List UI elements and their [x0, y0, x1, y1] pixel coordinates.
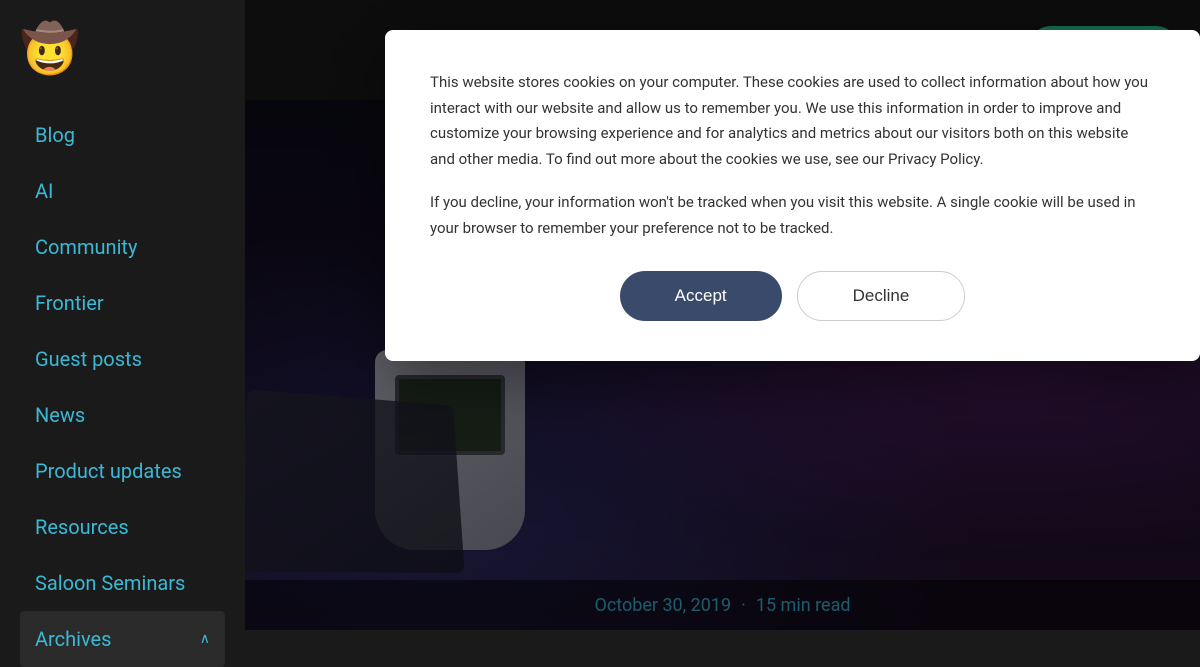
- sidebar-item-community[interactable]: Community: [20, 219, 225, 275]
- main-content: Get Started: [245, 0, 1200, 630]
- sidebar-item-frontier[interactable]: Frontier: [20, 275, 225, 331]
- logo-icon: 🤠: [20, 20, 80, 77]
- cookie-paragraph-2: If you decline, your information won't b…: [430, 190, 1155, 241]
- sidebar-item-blog[interactable]: Blog: [20, 107, 225, 163]
- cookie-modal: This website stores cookies on your comp…: [385, 30, 1200, 361]
- accept-button[interactable]: Accept: [620, 271, 782, 321]
- modal-buttons: Accept Decline: [430, 271, 1155, 321]
- decline-button[interactable]: Decline: [797, 271, 966, 321]
- sidebar-item-saloon-seminars[interactable]: Saloon Seminars: [20, 555, 225, 611]
- cookie-paragraph-1: This website stores cookies on your comp…: [430, 70, 1155, 172]
- sidebar-item-news[interactable]: News: [20, 387, 225, 443]
- chevron-up-icon: ∧: [200, 631, 210, 647]
- modal-overlay: This website stores cookies on your comp…: [245, 0, 1200, 630]
- sidebar-item-guest-posts[interactable]: Guest posts: [20, 331, 225, 387]
- sidebar-item-product-updates[interactable]: Product updates: [20, 443, 225, 499]
- logo-area: 🤠: [20, 20, 225, 77]
- sidebar-nav: Blog AI Community Frontier Guest posts N…: [20, 107, 225, 667]
- sidebar-item-ai[interactable]: AI: [20, 163, 225, 219]
- sidebar-item-resources[interactable]: Resources: [20, 499, 225, 555]
- sidebar-item-archives[interactable]: Archives ∧: [20, 611, 225, 667]
- sidebar: 🤠 Blog AI Community Frontier Guest posts…: [0, 0, 245, 630]
